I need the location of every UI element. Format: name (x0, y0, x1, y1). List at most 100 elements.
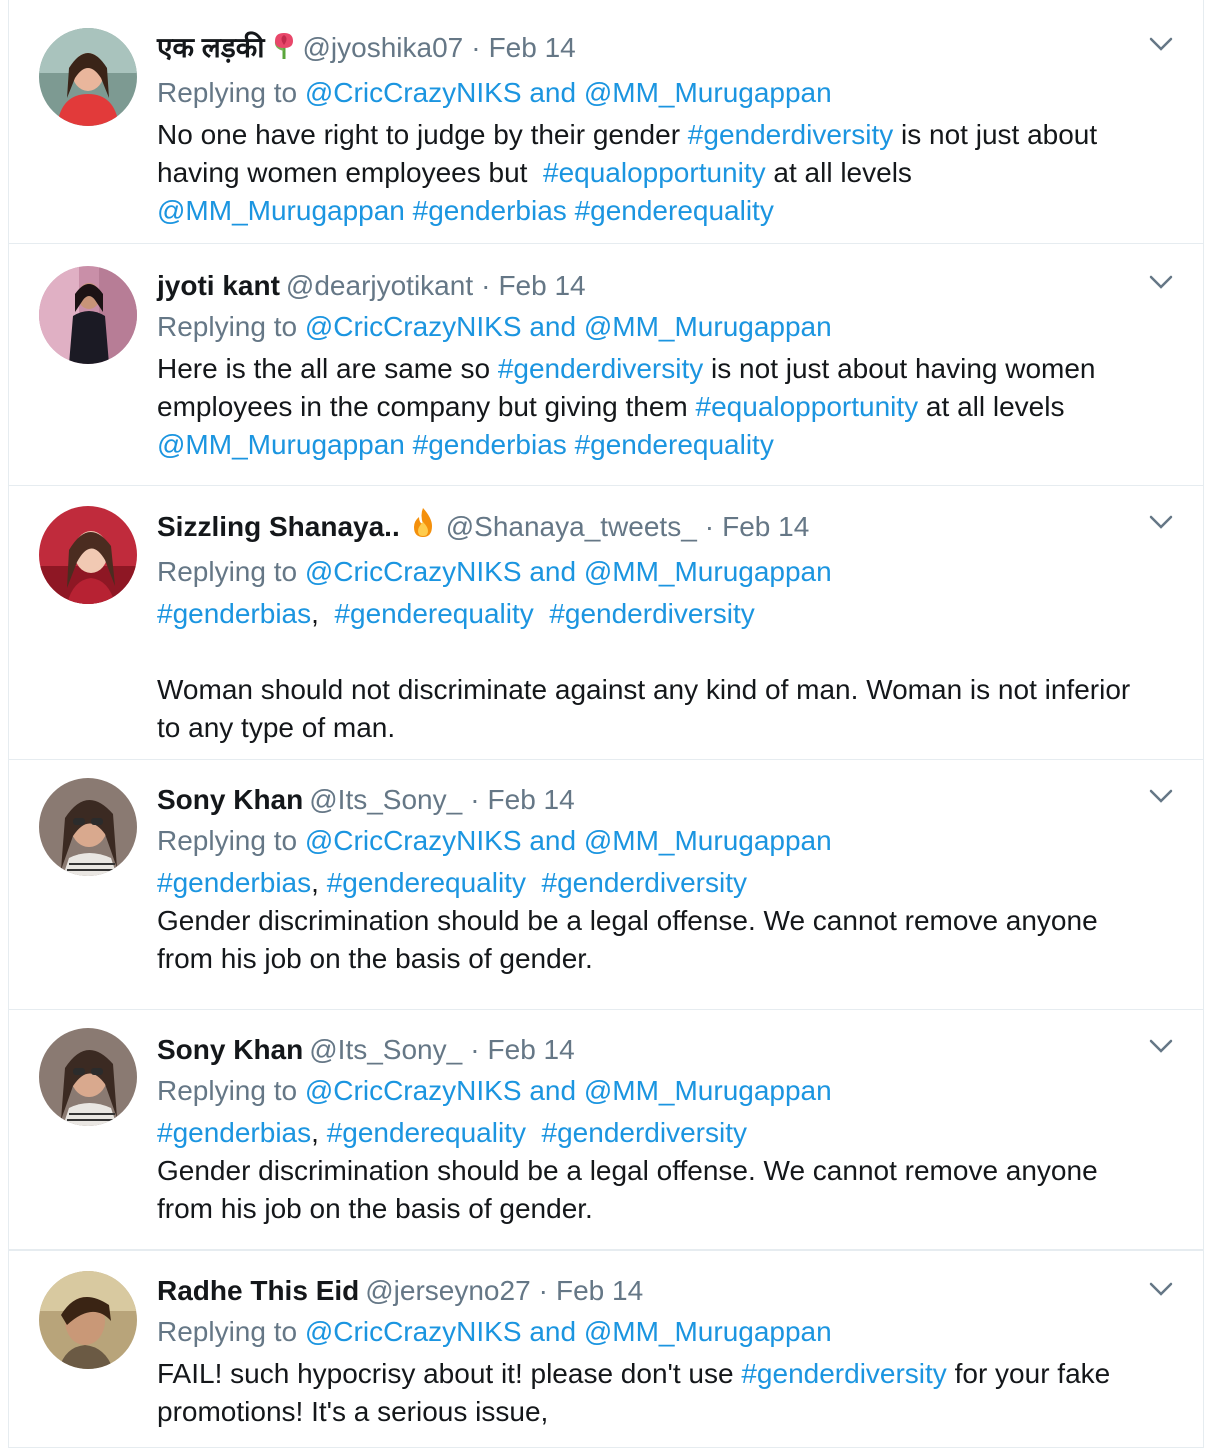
display-name[interactable]: jyoti kant (157, 270, 280, 301)
tweet-date[interactable]: Feb 14 (488, 1034, 575, 1065)
reply-mention[interactable]: @MM_Murugappan (584, 77, 832, 108)
hashtag-link[interactable]: #equalopportunity (696, 391, 919, 422)
reply-mention[interactable]: @MM_Murugappan (584, 311, 832, 342)
tweet[interactable]: Sizzling Shanaya.. @Shanaya_tweets_ · Feb 1… (8, 486, 1204, 760)
reply-mention[interactable]: @MM_Murugappan (584, 556, 832, 587)
hashtag-link[interactable]: #genderequality (575, 429, 774, 460)
hashtag-link[interactable]: #genderequality (334, 598, 533, 629)
text-segment (567, 429, 575, 460)
tweet-text-line: #genderbias, #genderequality #genderdive… (157, 595, 1173, 633)
user-handle[interactable]: @Its_Sony_ (309, 1034, 462, 1065)
reply-mention[interactable]: @CricCrazyNIKS (305, 1316, 522, 1347)
mention-link[interactable]: @MM_Murugappan (157, 429, 405, 460)
user-handle[interactable]: @Shanaya_tweets_ (446, 511, 697, 542)
tweet-date[interactable]: Feb 14 (556, 1275, 643, 1306)
tweet-text: No one have right to judge by their gend… (157, 116, 1173, 230)
tweet-header: jyoti kant @dearjyotikant · Feb 14 (157, 266, 1173, 306)
chevron-down-icon[interactable] (1149, 1038, 1173, 1054)
display-name[interactable]: Sony Khan (157, 1034, 303, 1065)
reply-mention[interactable]: @MM_Murugappan (584, 1075, 832, 1106)
reply-mention[interactable]: @MM_Murugappan (584, 1316, 832, 1347)
reply-mention[interactable]: @CricCrazyNIKS (305, 556, 522, 587)
hashtag-link[interactable]: #genderdiversity (741, 1358, 946, 1389)
tweet-text: #genderbias, #genderequality #genderdive… (157, 1114, 1173, 1228)
tweet-date[interactable]: Feb 14 (722, 511, 809, 542)
replying-to-label: Replying to (157, 77, 298, 108)
replying-to-label: Replying to (157, 311, 298, 342)
hashtag-link[interactable]: #genderbias (413, 429, 567, 460)
tweet-text-line: @MM_Murugappan #genderbias #genderequali… (157, 426, 1173, 464)
hashtag-link[interactable]: #genderbias (157, 1117, 311, 1148)
tweet[interactable]: एक लड़की @jyoshika07 · Feb 14 Replying to @… (8, 0, 1204, 244)
tweet-date[interactable]: Feb 14 (489, 32, 576, 63)
tweet-text-line: from his job on the basis of gender. (157, 940, 1173, 978)
tweet-header: Sony Khan @Its_Sony_ · Feb 14 (157, 780, 1173, 820)
hashtag-link[interactable]: #genderequality (575, 195, 774, 226)
replying-to: Replying to @CricCrazyNIKS and @MM_Murug… (157, 72, 1173, 114)
text-segment: Gender discrimination should be a legal … (157, 905, 1098, 936)
text-segment: is not just about (893, 119, 1098, 150)
reply-mention[interactable]: @CricCrazyNIKS (305, 1075, 522, 1106)
reply-mention[interactable]: @CricCrazyNIKS (305, 311, 522, 342)
chevron-down-icon[interactable] (1149, 36, 1173, 52)
text-segment (567, 195, 575, 226)
tweet-date[interactable]: Feb 14 (498, 270, 585, 301)
tweet-text-line: to any type of man. (157, 709, 1173, 747)
tweet-text-line: having women employees but #equalopportu… (157, 154, 1173, 192)
user-handle[interactable]: @dearjyotikant (286, 270, 473, 301)
tweet[interactable]: Sony Khan @Its_Sony_ · Feb 14 Replying to @… (8, 760, 1204, 1010)
avatar[interactable] (39, 28, 137, 126)
chevron-down-icon[interactable] (1149, 274, 1173, 290)
display-name[interactable]: Sizzling Shanaya.. (157, 511, 400, 542)
hashtag-link[interactable]: #genderbias (413, 195, 567, 226)
text-segment: Here is the all are same so (157, 353, 498, 384)
avatar[interactable] (39, 506, 137, 604)
avatar[interactable] (39, 266, 137, 364)
avatar[interactable] (39, 1028, 137, 1126)
chevron-down-icon[interactable] (1149, 788, 1173, 804)
text-segment (526, 1117, 542, 1148)
reply-mention[interactable]: @CricCrazyNIKS (305, 825, 522, 856)
hashtag-link[interactable]: #genderdiversity (542, 867, 747, 898)
hashtag-link[interactable]: #genderdiversity (498, 353, 703, 384)
hashtag-link[interactable]: #genderdiversity (549, 598, 754, 629)
tweet[interactable]: Sony Khan @Its_Sony_ · Feb 14 Replying to @… (8, 1010, 1204, 1250)
chevron-down-icon[interactable] (1149, 514, 1173, 530)
hashtag-link[interactable]: #equalopportunity (543, 157, 766, 188)
tweet[interactable]: Radhe This Eid @jerseyno27 · Feb 14 Replyin… (8, 1250, 1204, 1448)
reply-and[interactable]: and (529, 1316, 576, 1347)
mention-link[interactable]: @MM_Murugappan (157, 195, 405, 226)
text-segment: , (311, 867, 327, 898)
display-name[interactable]: Sony Khan (157, 784, 303, 815)
reply-and[interactable]: and (529, 311, 576, 342)
display-name[interactable]: एक लड़की (157, 32, 265, 63)
tweet-date[interactable]: Feb 14 (488, 784, 575, 815)
text-segment: to any type of man. (157, 712, 396, 743)
reply-mention[interactable]: @MM_Murugappan (584, 825, 832, 856)
hashtag-link[interactable]: #genderbias (157, 598, 311, 629)
reply-mention[interactable]: @CricCrazyNIKS (305, 77, 522, 108)
hashtag-link[interactable]: #genderbias (157, 867, 311, 898)
avatar[interactable] (39, 778, 137, 876)
hashtag-link[interactable]: #genderdiversity (688, 119, 893, 150)
tweet-text-line (157, 633, 1173, 671)
chevron-down-icon[interactable] (1149, 1281, 1173, 1297)
display-name[interactable]: Radhe This Eid (157, 1275, 359, 1306)
tweet-text-line: Woman should not discriminate against an… (157, 671, 1173, 709)
user-handle[interactable]: @jyoshika07 (303, 32, 464, 63)
hashtag-link[interactable]: #genderdiversity (542, 1117, 747, 1148)
reply-and[interactable]: and (529, 825, 576, 856)
reply-and[interactable]: and (529, 77, 576, 108)
user-handle[interactable]: @Its_Sony_ (309, 784, 462, 815)
tweet[interactable]: jyoti kant @dearjyotikant · Feb 14 Replying… (8, 244, 1204, 486)
reply-and[interactable]: and (529, 556, 576, 587)
avatar[interactable] (39, 1271, 137, 1369)
hashtag-link[interactable]: #genderequality (327, 1117, 526, 1148)
hashtag-link[interactable]: #genderequality (327, 867, 526, 898)
separator-dot: · (470, 784, 480, 815)
user-handle[interactable]: @jerseyno27 (365, 1275, 530, 1306)
rose-emoji-icon (271, 29, 297, 72)
reply-and[interactable]: and (529, 1075, 576, 1106)
text-segment: promotions! It's a serious issue, (157, 1396, 549, 1427)
separator-dot: · (471, 32, 481, 63)
